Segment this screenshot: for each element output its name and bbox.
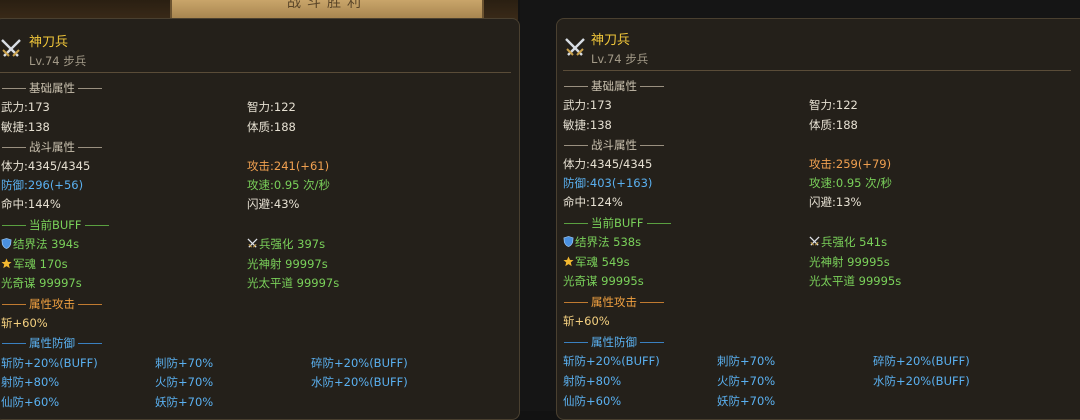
- section-current-buff: 当前BUFF: [561, 215, 674, 231]
- def-fire: 火防+70%: [717, 374, 776, 388]
- elemental-attack-slash: 斩+60%: [563, 314, 610, 328]
- def-water: 水防+20%(BUFF): [311, 375, 408, 389]
- stat-constitution: 体质:188: [809, 118, 858, 132]
- def-pierce: 刺防+70%: [717, 354, 776, 368]
- stat-strength: 武力:173: [1, 100, 50, 114]
- stat-hp: 体力:4345/4345: [563, 157, 653, 171]
- buff-light-stratagem: 光奇谋 99997s: [1, 276, 82, 290]
- crossed-swords-icon: [1, 39, 21, 57]
- victory-banner-title: 战斗胜利: [287, 0, 367, 11]
- buff-barrier: 结界法 394s: [1, 237, 79, 251]
- unit-level: Lv.74 步兵: [29, 54, 87, 68]
- unit-name: 神刀兵: [29, 35, 69, 50]
- star-icon: [1, 258, 12, 269]
- shield-icon: [563, 236, 574, 247]
- stat-dodge: 闪避:43%: [247, 197, 300, 211]
- header-divider: [0, 72, 511, 73]
- section-battle-attributes: 战斗属性: [561, 137, 667, 153]
- section-elemental-defense: 属性防御: [0, 335, 105, 351]
- stat-intelligence: 智力:122: [247, 100, 296, 114]
- buff-army-soul: 军魂 170s: [1, 257, 68, 271]
- def-slash: 斩防+20%(BUFF): [1, 356, 98, 370]
- buff-light-taiping: 光太平道 99995s: [809, 274, 902, 288]
- unit-tooltip-right: 神刀兵 Lv.74 步兵 基础属性 武力:173 智力:122 敏捷:138 体…: [556, 18, 1080, 420]
- def-ranged: 射防+80%: [563, 374, 622, 388]
- unit-name: 神刀兵: [591, 33, 631, 48]
- def-immortal: 仙防+60%: [563, 394, 622, 408]
- section-basic-attributes: 基础属性: [0, 80, 105, 96]
- stat-dodge: 闪避:13%: [809, 195, 862, 209]
- buff-light-taiping: 光太平道 99997s: [247, 276, 340, 290]
- def-slash: 斩防+20%(BUFF): [563, 354, 660, 368]
- unit-level: Lv.74 步兵: [591, 52, 649, 66]
- stat-defense: 防御:403(+163): [563, 176, 653, 190]
- crossed-swords-icon: [565, 38, 585, 56]
- buff-light-divine-shot: 光神射 99995s: [809, 255, 890, 269]
- buff-troop-boost: 兵强化 397s: [247, 237, 325, 251]
- stat-hp: 体力:4345/4345: [1, 159, 91, 173]
- stat-hit: 命中:144%: [1, 197, 61, 211]
- stat-agility: 敏捷:138: [1, 120, 50, 134]
- section-elemental-defense: 属性防御: [561, 334, 667, 350]
- def-fire: 火防+70%: [155, 375, 214, 389]
- section-battle-attributes: 战斗属性: [0, 139, 105, 155]
- crossed-swords-icon: [809, 236, 820, 246]
- section-basic-attributes: 基础属性: [561, 78, 667, 94]
- stat-constitution: 体质:188: [247, 120, 296, 134]
- elemental-attack-slash: 斩+60%: [1, 316, 48, 330]
- victory-banner: 战斗胜利: [0, 0, 518, 20]
- buff-army-soul: 军魂 549s: [563, 255, 630, 269]
- crossed-swords-icon: [247, 238, 258, 248]
- stat-strength: 武力:173: [563, 98, 612, 112]
- def-immortal: 仙防+60%: [1, 395, 60, 409]
- unit-tooltip-left: 神刀兵 Lv.74 步兵 基础属性 武力:173 智力:122 敏捷:138 体…: [0, 18, 520, 420]
- def-crush: 碎防+20%(BUFF): [311, 356, 408, 370]
- stat-defense: 防御:296(+56): [1, 178, 84, 192]
- section-elemental-attack: 属性攻击: [561, 294, 667, 310]
- star-icon: [563, 256, 574, 267]
- shield-icon: [1, 238, 12, 249]
- buff-troop-boost: 兵强化 541s: [809, 235, 887, 249]
- def-pierce: 刺防+70%: [155, 356, 214, 370]
- section-current-buff: 当前BUFF: [0, 217, 112, 233]
- stat-attack: 攻击:259(+79): [809, 157, 892, 171]
- def-crush: 碎防+20%(BUFF): [873, 354, 970, 368]
- def-water: 水防+20%(BUFF): [873, 374, 970, 388]
- buff-barrier: 结界法 538s: [563, 235, 641, 249]
- buff-light-divine-shot: 光神射 99997s: [247, 257, 328, 271]
- def-demon: 妖防+70%: [717, 394, 776, 408]
- section-elemental-attack: 属性攻击: [0, 296, 105, 312]
- stat-attack-speed: 攻速:0.95 次/秒: [809, 176, 893, 190]
- def-demon: 妖防+70%: [155, 395, 214, 409]
- stat-agility: 敏捷:138: [563, 118, 612, 132]
- stat-hit: 命中:124%: [563, 195, 623, 209]
- buff-light-stratagem: 光奇谋 99995s: [563, 274, 644, 288]
- header-divider: [563, 70, 1071, 71]
- stat-intelligence: 智力:122: [809, 98, 858, 112]
- stat-attack-speed: 攻速:0.95 次/秒: [247, 178, 331, 192]
- def-ranged: 射防+80%: [1, 375, 60, 389]
- stat-attack: 攻击:241(+61): [247, 159, 330, 173]
